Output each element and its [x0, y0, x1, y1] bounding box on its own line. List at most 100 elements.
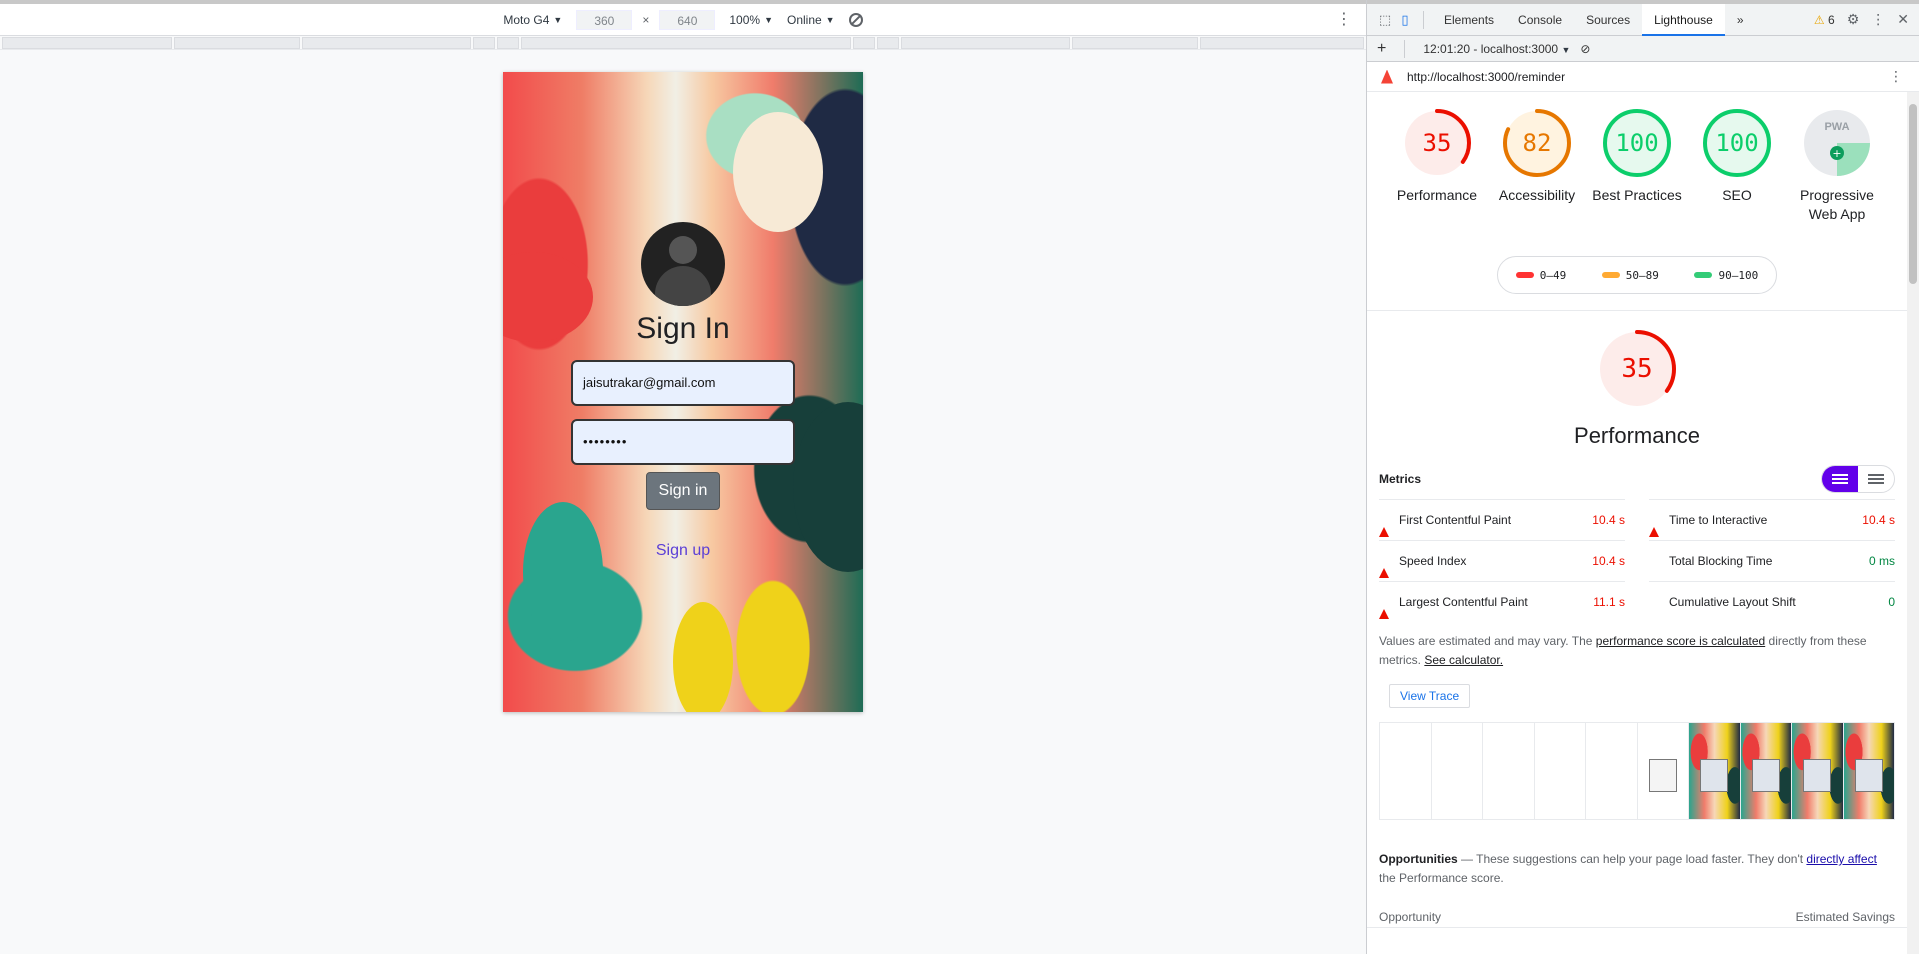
- score-label: Performance: [1396, 187, 1478, 203]
- expanded-view-icon[interactable]: [1858, 466, 1894, 492]
- email-field[interactable]: jaisutrakar@gmail.com: [571, 360, 795, 406]
- media-query-bar[interactable]: [876, 37, 899, 49]
- metric-name: Largest Contentful Paint: [1399, 595, 1528, 609]
- metric-name: Time to Interactive: [1669, 513, 1768, 527]
- legend-item: 50–89: [1601, 268, 1659, 282]
- zoom-select[interactable]: 100% ▼: [729, 13, 773, 27]
- score-gauge: 100: [1702, 108, 1772, 178]
- report-scrollbar[interactable]: [1907, 92, 1919, 954]
- viewport-height-input[interactable]: 640: [659, 9, 716, 30]
- filmstrip-frame: [1740, 723, 1792, 819]
- savings-column-header: Estimated Savings: [1795, 909, 1895, 924]
- score-gauges: 35 Performance 82 Accessibility 100 Best…: [1367, 92, 1907, 242]
- audited-url: http://localhost:3000/reminder: [1407, 69, 1566, 84]
- score-label: Best Practices: [1592, 187, 1682, 203]
- score-gauge: 100: [1602, 108, 1672, 178]
- score-calculated-link[interactable]: performance score is calculated: [1596, 634, 1765, 648]
- score-value: 100: [1715, 129, 1759, 157]
- legend-swatch: [1694, 272, 1713, 278]
- new-report-icon[interactable]: +: [1377, 40, 1386, 58]
- media-query-ruler: [0, 36, 1366, 50]
- tab-elements[interactable]: Elements: [1432, 4, 1506, 36]
- throttle-select[interactable]: Online ▼: [787, 13, 835, 27]
- media-query-bar[interactable]: [473, 37, 496, 49]
- directly-affect-link[interactable]: directly affect: [1806, 852, 1876, 866]
- sign-up-link[interactable]: Sign up: [503, 542, 863, 560]
- opportunities-heading: Opportunities: [1379, 852, 1458, 866]
- chevron-down-icon: ▼: [1561, 44, 1571, 55]
- score-gauge: 82: [1502, 108, 1572, 178]
- devtools-panel: ⬚ ▯ Elements Console Sources Lighthouse …: [1366, 0, 1919, 954]
- metric-row: Cumulative Layout Shift 0: [1649, 581, 1895, 622]
- chevron-down-icon: ▼: [825, 14, 835, 25]
- gauge-accessibility[interactable]: 82 Accessibility: [1489, 108, 1585, 242]
- gear-icon[interactable]: ⚙: [1847, 11, 1860, 28]
- media-query-bar[interactable]: [173, 37, 300, 49]
- gauge-best-practices[interactable]: 100 Best Practices: [1589, 108, 1685, 242]
- media-query-bar[interactable]: [2, 37, 172, 49]
- gauge-performance[interactable]: 35 Performance: [1389, 108, 1485, 242]
- metrics-view-toggle[interactable]: [1821, 465, 1895, 493]
- performance-score: 35: [1621, 354, 1653, 384]
- inspect-element-icon[interactable]: ⬚: [1375, 10, 1395, 30]
- legend-range: 50–89: [1625, 268, 1659, 282]
- media-query-bar[interactable]: [301, 37, 472, 49]
- close-icon[interactable]: ✕: [1897, 11, 1909, 28]
- tab-sources[interactable]: Sources: [1574, 4, 1642, 36]
- media-query-bar[interactable]: [521, 37, 851, 49]
- kebab-menu-icon[interactable]: ⋮: [1871, 11, 1885, 28]
- lighthouse-url-bar: http://localhost:3000/reminder ⋮: [1367, 62, 1919, 92]
- clear-icon[interactable]: ⊘: [1580, 42, 1590, 56]
- viewport-width-input[interactable]: 360: [576, 9, 633, 30]
- legend-range: 90–100: [1718, 268, 1759, 282]
- metrics-header: Metrics: [1367, 465, 1907, 493]
- password-field[interactable]: ••••••••: [571, 419, 795, 465]
- filmstrip-frame: [1689, 723, 1741, 819]
- media-query-bar[interactable]: [497, 37, 520, 49]
- score-value: 100: [1615, 129, 1659, 157]
- opportunities-text: the Performance score.: [1379, 871, 1504, 885]
- legend-item: 0–49: [1515, 269, 1566, 282]
- device-select[interactable]: Moto G4 ▼: [503, 13, 562, 27]
- media-query-bar[interactable]: [852, 37, 875, 49]
- media-query-bar[interactable]: [1200, 37, 1364, 49]
- sign-in-button[interactable]: Sign in: [646, 472, 720, 510]
- kebab-menu-icon[interactable]: ⋮: [1889, 68, 1903, 85]
- rotate-icon[interactable]: [848, 12, 863, 27]
- scrollbar-thumb[interactable]: [1909, 104, 1917, 284]
- device-toggle-icon[interactable]: ▯: [1395, 10, 1415, 30]
- metric-value: 11.1 s: [1593, 595, 1625, 609]
- gauge-seo[interactable]: 100 SEO: [1689, 108, 1785, 242]
- warnings-badge[interactable]: ⚠ 6: [1814, 13, 1835, 27]
- score-value: 82: [1522, 129, 1552, 157]
- metric-value: 0 ms: [1868, 554, 1895, 568]
- gauge-pwa[interactable]: + PWA Progressive Web App: [1789, 108, 1885, 242]
- media-query-bar[interactable]: [1072, 37, 1199, 49]
- metric-value: 10.4 s: [1592, 513, 1625, 527]
- metric-name: First Contentful Paint: [1399, 513, 1512, 527]
- score-label: SEO: [1722, 187, 1752, 203]
- divider: [1404, 39, 1406, 58]
- view-trace-button[interactable]: View Trace: [1389, 684, 1471, 708]
- tab-console[interactable]: Console: [1506, 4, 1574, 36]
- score-label: Progressive Web App: [1800, 187, 1874, 222]
- filmstrip-frame: [1380, 723, 1432, 819]
- score-label: Accessibility: [1498, 187, 1576, 203]
- opportunities-intro: Opportunities — These suggestions can he…: [1367, 820, 1907, 888]
- metric-name: Total Blocking Time: [1669, 554, 1773, 568]
- score-value: 35: [1422, 129, 1452, 157]
- report-select[interactable]: 12:01:20 - localhost:3000 ▼: [1423, 42, 1570, 56]
- legend-swatch: [1601, 272, 1620, 278]
- score-legend: 0–49 50–89 90–100: [1497, 256, 1777, 294]
- more-tabs-icon[interactable]: »: [1725, 4, 1756, 36]
- see-calculator-link[interactable]: See calculator.: [1424, 653, 1503, 667]
- fail-triangle-icon: [1379, 513, 1399, 537]
- page-title: Sign In: [636, 312, 730, 345]
- more-options-icon[interactable]: ⋮: [1336, 12, 1352, 28]
- media-query-bar[interactable]: [900, 37, 1071, 49]
- compact-view-icon[interactable]: [1822, 466, 1858, 492]
- note-text: Values are estimated and may vary. The: [1379, 634, 1596, 648]
- tab-lighthouse[interactable]: Lighthouse: [1642, 3, 1725, 36]
- score-gauge: 35: [1402, 108, 1472, 178]
- chevron-down-icon: ▼: [764, 14, 773, 25]
